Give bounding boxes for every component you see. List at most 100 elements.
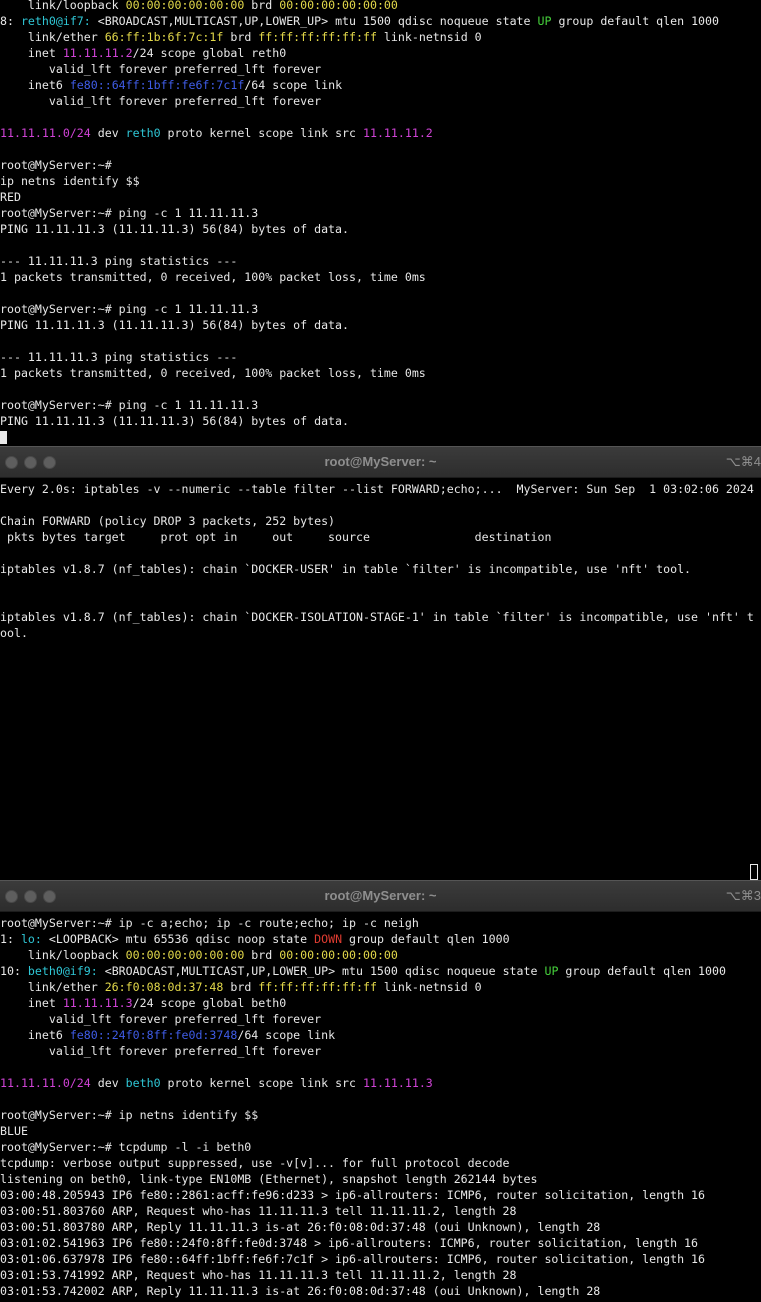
terminal-line: 03:00:51.803760 ARP, Request who-has 11.… — [0, 1203, 761, 1219]
terminal-text: 11.11.11.0/24 — [0, 1076, 91, 1090]
terminal-text: 03:00:51.803760 ARP, Request who-has 11.… — [0, 1204, 517, 1218]
terminal-text: 1 packets transmitted, 0 received, 100% … — [0, 366, 426, 380]
terminal-line: root@MyServer:~# ping -c 1 11.11.11.3 — [0, 397, 761, 413]
terminal-text: 00:00:00:00:00:00 — [125, 0, 245, 12]
terminal-text: inet — [0, 996, 63, 1010]
terminal-pane-bottom[interactable]: root@MyServer: ~ ⌥⌘3 root@MyServer:~# ip… — [0, 880, 761, 1302]
terminal-line: inet6 fe80::64ff:1bff:fe6f:7c1f/64 scope… — [0, 77, 761, 93]
terminal-text: /64 scope link — [244, 78, 343, 92]
terminal-text: 11.11.11.0/24 — [0, 126, 91, 140]
terminal-line: BLUE — [0, 1123, 761, 1139]
terminal-text: PING 11.11.11.3 (11.11.11.3) 56(84) byte… — [0, 222, 350, 236]
terminal-text: 66:ff:1b:6f:7c:1f — [104, 30, 224, 44]
terminal-line: 11.11.11.0/24 dev beth0 proto kernel sco… — [0, 1075, 761, 1091]
terminal-line: Chain FORWARD (policy DROP 3 packets, 25… — [0, 513, 761, 529]
terminal-line: 03:00:51.803780 ARP, Reply 11.11.11.3 is… — [0, 1219, 761, 1235]
terminal-text: root@MyServer:~# ping -c 1 11.11.11.3 — [0, 302, 259, 316]
window-titlebar[interactable]: root@MyServer: ~ ⌥⌘3 — [0, 880, 761, 912]
terminal-text: inet6 — [0, 1028, 70, 1042]
terminal-text: /24 scope global beth0 — [132, 996, 287, 1010]
terminal-line: --- 11.11.11.3 ping statistics --- — [0, 253, 761, 269]
terminal-line: iptables v1.8.7 (nf_tables): chain `DOCK… — [0, 609, 761, 625]
terminal-line: 1 packets transmitted, 0 received, 100% … — [0, 365, 761, 381]
terminal-text: brd — [223, 980, 259, 994]
terminal-line: 10: beth0@if9: <BROADCAST,MULTICAST,UP,L… — [0, 963, 761, 979]
terminal-text: 11.11.11.3 — [362, 1076, 433, 1090]
terminal-text: ff:ff:ff:ff:ff:ff — [258, 980, 377, 994]
terminal-line: pkts bytes target prot opt in out source… — [0, 529, 761, 545]
terminal-line: root@MyServer:~# ping -c 1 11.11.11.3 — [0, 205, 761, 221]
terminal-text: proto kernel scope link src — [160, 1076, 363, 1090]
terminal-text: ff:ff:ff:ff:ff:ff — [258, 30, 377, 44]
terminal-line: root@MyServer:~# ping -c 1 11.11.11.3 — [0, 301, 761, 317]
terminal-text: proto kernel scope link src — [160, 126, 363, 140]
terminal-text: inet — [0, 46, 63, 60]
terminal-text: 03:01:53.741992 ARP, Request who-has 11.… — [0, 1268, 517, 1282]
terminal-output[interactable]: Every 2.0s: iptables -v --numeric --tabl… — [0, 478, 761, 641]
terminal-text: brd — [244, 948, 280, 962]
terminal-text: reth0@if7: — [20, 14, 91, 28]
terminal-pane-top[interactable]: link/loopback 00:00:00:00:00:00 brd 00:0… — [0, 0, 761, 446]
terminal-text: 11.11.11.2 — [62, 46, 133, 60]
terminal-text: fe80::24f0:8ff:fe0d:3748 — [69, 1028, 238, 1042]
terminal-text: root@MyServer:~# ping -c 1 11.11.11.3 — [0, 398, 259, 412]
terminal-text: --- 11.11.11.3 ping statistics --- — [0, 254, 238, 268]
terminal-text: root@MyServer:~# — [0, 158, 112, 172]
window-shortcut: ⌥⌘4 — [725, 454, 761, 469]
terminal-line: inet 11.11.11.2/24 scope global reth0 — [0, 45, 761, 61]
terminal-line: PING 11.11.11.3 (11.11.11.3) 56(84) byte… — [0, 221, 761, 237]
terminal-text: Every 2.0s: iptables -v --numeric --tabl… — [0, 482, 754, 496]
terminal-pane-watch[interactable]: root@MyServer: ~ ⌥⌘4 Every 2.0s: iptable… — [0, 446, 761, 883]
terminal-text: group default qlen 1000 — [342, 932, 510, 946]
terminal-text: fe80::64ff:1bff:fe6f:7c1f — [69, 78, 245, 92]
terminal-text: DOWN — [314, 932, 343, 946]
terminal-text: dev — [90, 1076, 126, 1090]
terminal-text: /24 scope global reth0 — [132, 46, 287, 60]
terminal-cursor — [750, 864, 758, 880]
terminal-line: iptables v1.8.7 (nf_tables): chain `DOCK… — [0, 561, 761, 577]
terminal-output[interactable]: link/loopback 00:00:00:00:00:00 brd 00:0… — [0, 0, 761, 445]
terminal-text: 00:00:00:00:00:00 — [125, 948, 245, 962]
terminal-text: BLUE — [0, 1124, 28, 1138]
terminal-line: listening on beth0, link-type EN10MB (Et… — [0, 1171, 761, 1187]
window-shortcut: ⌥⌘3 — [725, 888, 761, 903]
terminal-line: valid_lft forever preferred_lft forever — [0, 1011, 761, 1027]
terminal-line: 03:01:06.637978 IP6 fe80::64ff:1bff:fe6f… — [0, 1251, 761, 1267]
terminal-line: root@MyServer:~# ip netns identify $$ — [0, 1107, 761, 1123]
terminal-text: valid_lft forever preferred_lft forever — [0, 62, 322, 76]
window-title: root@MyServer: ~ — [324, 454, 437, 469]
terminal-text: beth0 — [125, 1076, 161, 1090]
terminal-text: pkts bytes target prot opt in out source… — [0, 530, 552, 544]
terminal-line: 03:01:02.541963 IP6 fe80::24f0:8ff:fe0d:… — [0, 1235, 761, 1251]
terminal-text: inet6 — [0, 78, 70, 92]
terminal-output[interactable]: root@MyServer:~# ip -c a;echo; ip -c rou… — [0, 912, 761, 1299]
window-titlebar[interactable]: root@MyServer: ~ ⌥⌘4 — [0, 446, 761, 478]
terminal-line: link/loopback 00:00:00:00:00:00 brd 00:0… — [0, 947, 761, 963]
terminal-text: link-netnsid 0 — [376, 980, 482, 994]
terminal-line: ip netns identify $$ — [0, 173, 761, 189]
terminal-text: 03:01:02.541963 IP6 fe80::24f0:8ff:fe0d:… — [0, 1236, 699, 1250]
terminal-text: 11.11.11.3 — [62, 996, 133, 1010]
terminal-line: root@MyServer:~# ip -c a;echo; ip -c rou… — [0, 915, 761, 931]
terminal-text: 11.11.11.2 — [362, 126, 433, 140]
terminal-text: link/loopback — [0, 948, 126, 962]
terminal-text: link/loopback — [0, 0, 126, 12]
terminal-text: iptables v1.8.7 (nf_tables): chain `DOCK… — [0, 610, 754, 624]
window-title: root@MyServer: ~ — [324, 888, 437, 903]
terminal-text: brd — [223, 30, 259, 44]
terminal-text: 26:f0:08:0d:37:48 — [104, 980, 224, 994]
terminal-text: /64 scope link — [237, 1028, 336, 1042]
terminal-text: link-netnsid 0 — [376, 30, 482, 44]
